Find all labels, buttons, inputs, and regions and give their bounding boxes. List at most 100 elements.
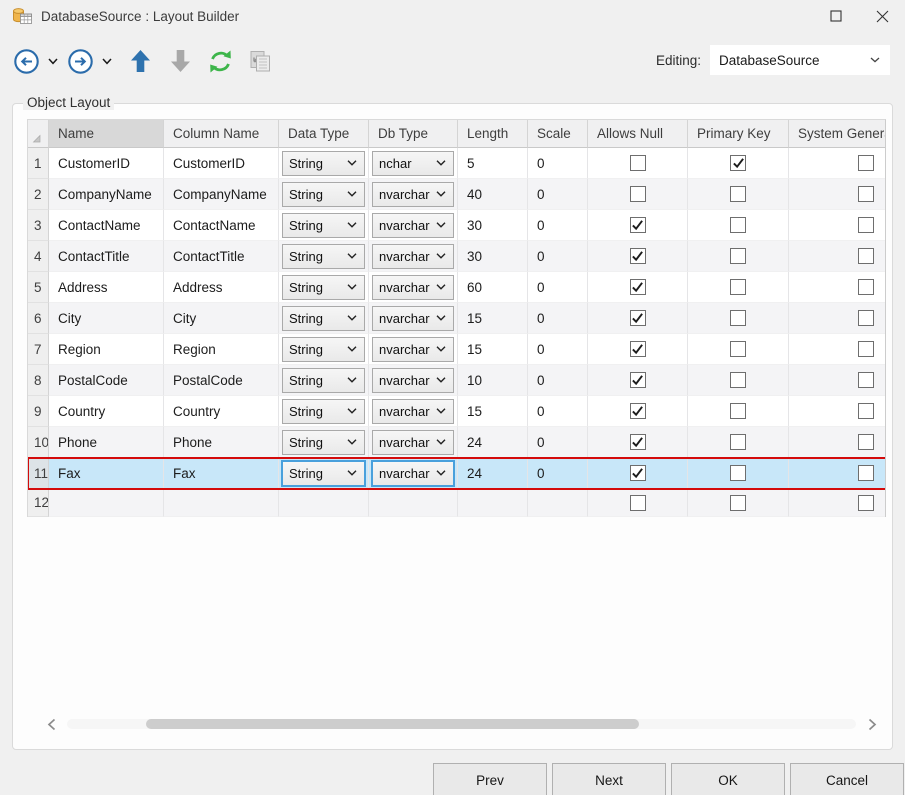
db-type-dropdown-cell[interactable]: nchar xyxy=(369,148,458,179)
primary-key-checkbox-cell[interactable] xyxy=(688,489,789,517)
primary-key-checkbox-cell[interactable] xyxy=(688,396,789,427)
primary-key-checkbox-cell[interactable] xyxy=(688,303,789,334)
scale-cell[interactable]: 0 xyxy=(528,148,588,179)
allows-null-checkbox[interactable] xyxy=(630,310,646,326)
allows-null-checkbox-cell[interactable] xyxy=(588,489,688,517)
primary-key-checkbox[interactable] xyxy=(730,310,746,326)
primary-key-checkbox-cell[interactable] xyxy=(688,179,789,210)
scale-cell[interactable]: 0 xyxy=(528,458,588,489)
primary-key-checkbox[interactable] xyxy=(730,217,746,233)
system-generated-checkbox[interactable] xyxy=(858,217,874,233)
allows-null-checkbox[interactable] xyxy=(630,217,646,233)
name-cell[interactable]: ContactName xyxy=(49,210,164,241)
allows-null-checkbox[interactable] xyxy=(630,341,646,357)
data-type-dropdown-cell[interactable]: String xyxy=(279,210,369,241)
scrollbar-track[interactable] xyxy=(67,719,856,729)
allows-null-checkbox-cell[interactable] xyxy=(588,458,688,489)
allows-null-checkbox[interactable] xyxy=(630,434,646,450)
db-type-dropdown-cell[interactable]: nvarchar xyxy=(369,179,458,210)
primary-key-checkbox[interactable] xyxy=(730,372,746,388)
length-cell[interactable]: 60 xyxy=(458,272,528,303)
data-type-dropdown[interactable]: String xyxy=(282,244,365,269)
name-cell[interactable]: CustomerID xyxy=(49,148,164,179)
column-header-column-name[interactable]: Column Name xyxy=(164,120,279,148)
db-type-dropdown[interactable]: nchar xyxy=(372,151,454,176)
primary-key-checkbox[interactable] xyxy=(730,279,746,295)
db-type-dropdown[interactable]: nvarchar xyxy=(372,368,454,393)
row-number-cell[interactable]: 3 xyxy=(28,210,49,241)
maximize-button[interactable] xyxy=(813,0,859,32)
scale-cell[interactable]: 0 xyxy=(528,396,588,427)
primary-key-checkbox-cell[interactable] xyxy=(688,148,789,179)
system-generated-checkbox[interactable] xyxy=(858,310,874,326)
length-cell[interactable]: 15 xyxy=(458,303,528,334)
row-number-cell[interactable]: 9 xyxy=(28,396,49,427)
system-generated-checkbox[interactable] xyxy=(858,434,874,450)
column-name-cell[interactable] xyxy=(164,489,279,517)
db-type-dropdown[interactable]: nvarchar xyxy=(372,399,454,424)
db-type-dropdown-cell[interactable]: nvarchar xyxy=(369,272,458,303)
system-generated-checkbox-cell[interactable] xyxy=(789,303,886,334)
allows-null-checkbox[interactable] xyxy=(630,465,646,481)
data-type-dropdown[interactable]: String xyxy=(282,275,365,300)
data-type-dropdown-cell[interactable]: String xyxy=(279,272,369,303)
allows-null-checkbox[interactable] xyxy=(630,372,646,388)
allows-null-checkbox-cell[interactable] xyxy=(588,334,688,365)
column-name-cell[interactable]: Phone xyxy=(164,427,279,458)
data-type-dropdown-cell[interactable]: String xyxy=(279,458,369,489)
column-header-scale[interactable]: Scale xyxy=(528,120,588,148)
name-cell[interactable] xyxy=(49,489,164,517)
allows-null-checkbox-cell[interactable] xyxy=(588,365,688,396)
name-cell[interactable]: PostalCode xyxy=(49,365,164,396)
system-generated-checkbox-cell[interactable] xyxy=(789,365,886,396)
forward-button[interactable] xyxy=(64,45,96,77)
system-generated-checkbox-cell[interactable] xyxy=(789,334,886,365)
db-type-dropdown[interactable]: nvarchar xyxy=(372,182,454,207)
db-type-dropdown[interactable]: nvarchar xyxy=(372,213,454,238)
data-type-dropdown-cell[interactable]: String xyxy=(279,179,369,210)
scale-cell[interactable]: 0 xyxy=(528,210,588,241)
db-type-dropdown[interactable]: nvarchar xyxy=(372,275,454,300)
system-generated-checkbox[interactable] xyxy=(858,186,874,202)
row-number-cell[interactable]: 2 xyxy=(28,179,49,210)
primary-key-checkbox-cell[interactable] xyxy=(688,210,789,241)
row-number-cell[interactable]: 6 xyxy=(28,303,49,334)
cancel-button[interactable]: Cancel xyxy=(790,763,904,795)
column-name-cell[interactable]: ContactName xyxy=(164,210,279,241)
column-header-data-type[interactable]: Data Type xyxy=(279,120,369,148)
data-type-dropdown[interactable]: String xyxy=(282,306,365,331)
allows-null-checkbox-cell[interactable] xyxy=(588,427,688,458)
length-cell[interactable]: 15 xyxy=(458,396,528,427)
length-cell[interactable]: 30 xyxy=(458,210,528,241)
primary-key-checkbox[interactable] xyxy=(730,248,746,264)
column-header-allows-null[interactable]: Allows Null xyxy=(588,120,688,148)
data-type-dropdown-cell[interactable]: String xyxy=(279,396,369,427)
length-cell[interactable]: 10 xyxy=(458,365,528,396)
column-name-cell[interactable]: City xyxy=(164,303,279,334)
db-type-dropdown[interactable]: nvarchar xyxy=(372,306,454,331)
primary-key-checkbox[interactable] xyxy=(730,495,746,511)
data-type-dropdown[interactable]: String xyxy=(282,399,365,424)
row-number-cell[interactable]: 8 xyxy=(28,365,49,396)
row-number-cell[interactable]: 7 xyxy=(28,334,49,365)
name-cell[interactable]: Address xyxy=(49,272,164,303)
primary-key-checkbox-cell[interactable] xyxy=(688,458,789,489)
system-generated-checkbox[interactable] xyxy=(858,372,874,388)
allows-null-checkbox[interactable] xyxy=(630,186,646,202)
system-generated-checkbox[interactable] xyxy=(858,248,874,264)
primary-key-checkbox[interactable] xyxy=(730,341,746,357)
column-header-primary-key[interactable]: Primary Key xyxy=(688,120,789,148)
db-type-dropdown-cell[interactable]: nvarchar xyxy=(369,334,458,365)
name-cell[interactable]: Fax xyxy=(49,458,164,489)
system-generated-checkbox-cell[interactable] xyxy=(789,489,886,517)
name-cell[interactable]: City xyxy=(49,303,164,334)
allows-null-checkbox-cell[interactable] xyxy=(588,179,688,210)
system-generated-checkbox[interactable] xyxy=(858,341,874,357)
system-generated-checkbox[interactable] xyxy=(858,465,874,481)
system-generated-checkbox-cell[interactable] xyxy=(789,458,886,489)
system-generated-checkbox-cell[interactable] xyxy=(789,427,886,458)
primary-key-checkbox-cell[interactable] xyxy=(688,427,789,458)
db-type-dropdown-cell[interactable]: nvarchar xyxy=(369,427,458,458)
name-cell[interactable]: ContactTitle xyxy=(49,241,164,272)
column-header-length[interactable]: Length xyxy=(458,120,528,148)
